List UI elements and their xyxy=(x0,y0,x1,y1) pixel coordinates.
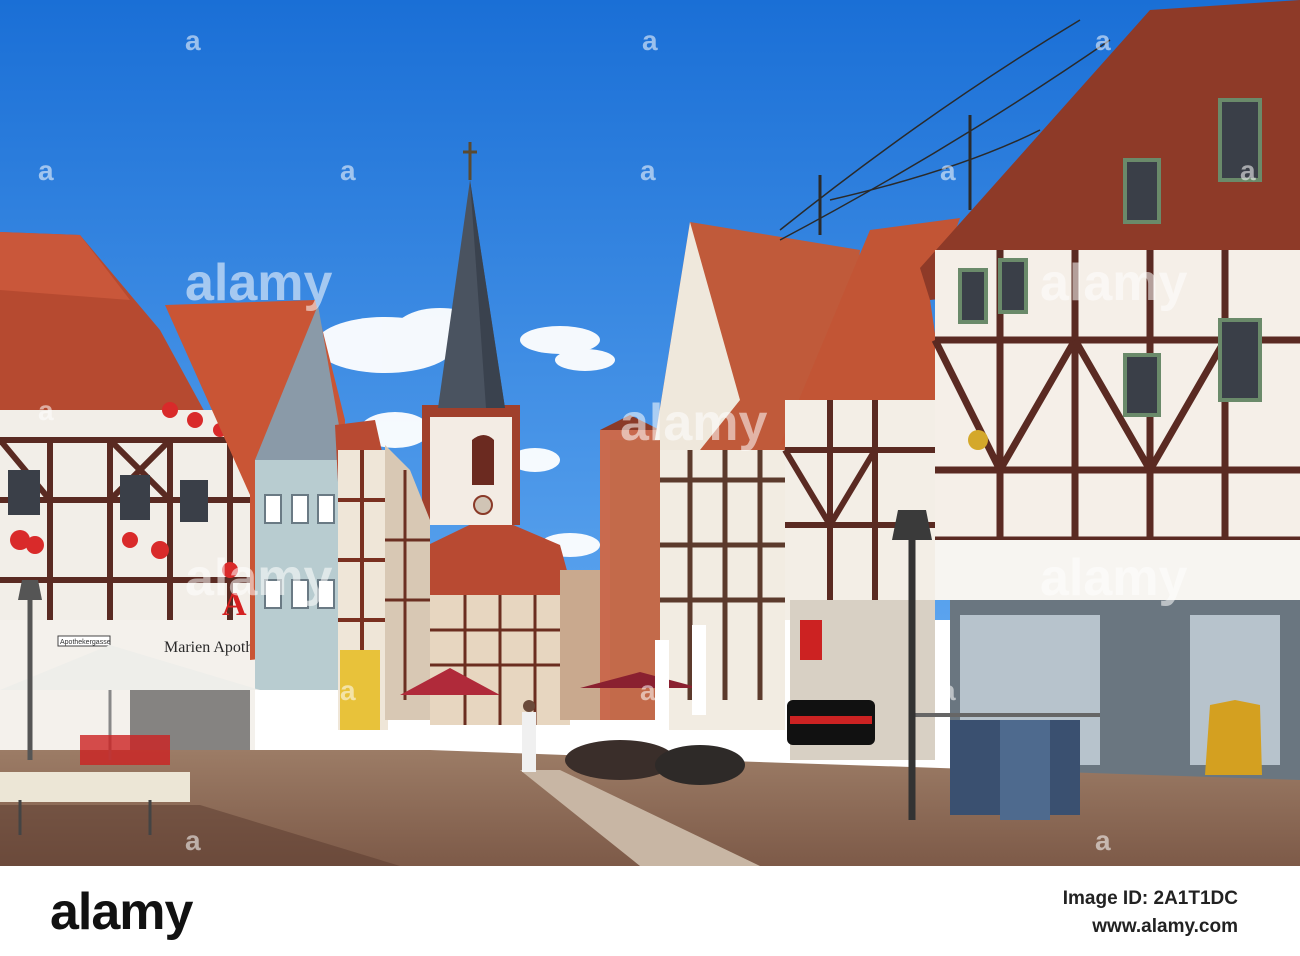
watermark-tile: a xyxy=(185,25,201,56)
watermark-tile: a xyxy=(642,25,658,56)
watermark-brand: alamy xyxy=(185,254,333,312)
watermark-tile: a xyxy=(1095,825,1111,856)
watermark-tile: a xyxy=(1095,25,1111,56)
watermark-brand: alamy xyxy=(1040,254,1188,312)
watermark-tile: a xyxy=(38,395,54,426)
watermark-tile: a xyxy=(340,155,356,186)
watermark-brand: alamy xyxy=(185,549,333,607)
watermark-tile: a xyxy=(640,155,656,186)
watermark-tile: a xyxy=(940,675,956,706)
image-id-label: Image ID: 2A1T1DC xyxy=(1062,888,1238,909)
street-photo: A Marien Apotheke Apothekergasse a a a a… xyxy=(0,0,1300,866)
watermark-tile: a xyxy=(38,155,54,186)
watermark-brand: alamy xyxy=(1040,549,1188,607)
brand-logo: alamy xyxy=(50,883,193,941)
watermark-tile: a xyxy=(940,155,956,186)
watermark-tile: a xyxy=(340,675,356,706)
watermark-tile: a xyxy=(640,675,656,706)
watermark-footer xyxy=(0,866,1300,956)
site-url: www.alamy.com xyxy=(1092,916,1238,937)
street-sign: Apothekergasse xyxy=(60,639,111,646)
photo-frame: A Marien Apotheke Apothekergasse a a a a… xyxy=(0,0,1300,956)
watermark-brand: alamy xyxy=(620,394,768,452)
watermark-tile: a xyxy=(1240,155,1256,186)
watermark-tile: a xyxy=(185,825,201,856)
